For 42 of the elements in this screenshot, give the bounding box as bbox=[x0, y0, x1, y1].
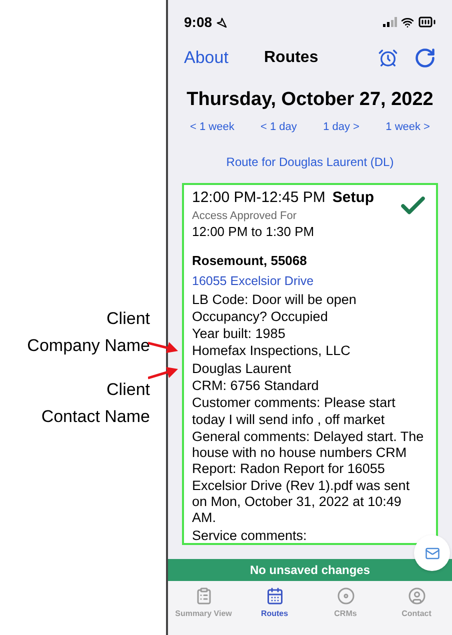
save-status-text: No unsaved changes bbox=[250, 562, 370, 579]
annotation-label: Client bbox=[106, 379, 150, 401]
detail-text: CRM: 6756 Standard bbox=[192, 378, 320, 394]
address-link[interactable]: 16055 Excelsior Drive bbox=[192, 272, 428, 290]
date-heading: Thursday, October 27, 2022 bbox=[186, 88, 434, 112]
user-circle-icon bbox=[408, 587, 426, 605]
date-nav-link[interactable]: < 1 week bbox=[190, 118, 234, 135]
detail-text: General comments: Delayed start. The house with no house numbers CRM Report: Radon Report for 16055 Excelsior Drive (Rev 1).pdf was sent on Mon, October 31, 2022 at 10:49 AM. bbox=[192, 428, 425, 527]
route-link[interactable]: Route for Douglas Laurent (DL) bbox=[226, 153, 394, 171]
date-nav-link[interactable]: 1 week > bbox=[386, 118, 430, 135]
tab[interactable]: Routes bbox=[240, 587, 308, 620]
detail-text: LB Code: Door will be open bbox=[192, 292, 358, 308]
pointer-arrow-icon bbox=[148, 340, 178, 354]
location-arrow-icon bbox=[216, 16, 228, 28]
mail-icon bbox=[424, 546, 440, 560]
access-time: 12:00 PM to 1:30 PM bbox=[192, 222, 316, 240]
about-button[interactable]: About bbox=[184, 45, 264, 71]
city-zip: Rosemount, 55068 bbox=[192, 252, 308, 268]
signal-icon bbox=[383, 17, 397, 27]
disc-icon bbox=[336, 587, 354, 605]
refresh-button[interactable] bbox=[414, 47, 436, 69]
detail-text: Douglas Laurent bbox=[192, 360, 292, 377]
annotation-label: Company Name bbox=[27, 335, 150, 357]
detail-text: Service comments: bbox=[192, 528, 308, 544]
detail-text: Year built: 1985 bbox=[192, 326, 286, 342]
appointment-type: Setup bbox=[332, 188, 374, 208]
status-time: 9:08 bbox=[184, 12, 212, 32]
alarm-button[interactable] bbox=[378, 48, 398, 68]
date-nav-link[interactable]: < 1 day bbox=[260, 118, 297, 135]
annotation-label: Contact Name bbox=[41, 406, 150, 428]
pointer-arrow-icon bbox=[148, 366, 178, 380]
annotation-label: Client bbox=[106, 308, 150, 330]
wifi-icon bbox=[401, 16, 414, 28]
detail-text: Customer comments: Please start today I will send info , off market bbox=[192, 395, 396, 428]
access-label: Access Approved For bbox=[192, 210, 298, 222]
appointment-time: 12:00 PM-12:45 PM bbox=[192, 188, 326, 208]
calendar-icon bbox=[266, 587, 284, 605]
clipboard-icon bbox=[194, 587, 212, 605]
detail-text: Occupancy? Occupied bbox=[192, 308, 329, 326]
date-nav-link[interactable]: 1 day > bbox=[323, 118, 360, 135]
detail-text: Homefax Inspections, LLC bbox=[192, 343, 352, 360]
nav-title: Routes bbox=[264, 48, 320, 68]
